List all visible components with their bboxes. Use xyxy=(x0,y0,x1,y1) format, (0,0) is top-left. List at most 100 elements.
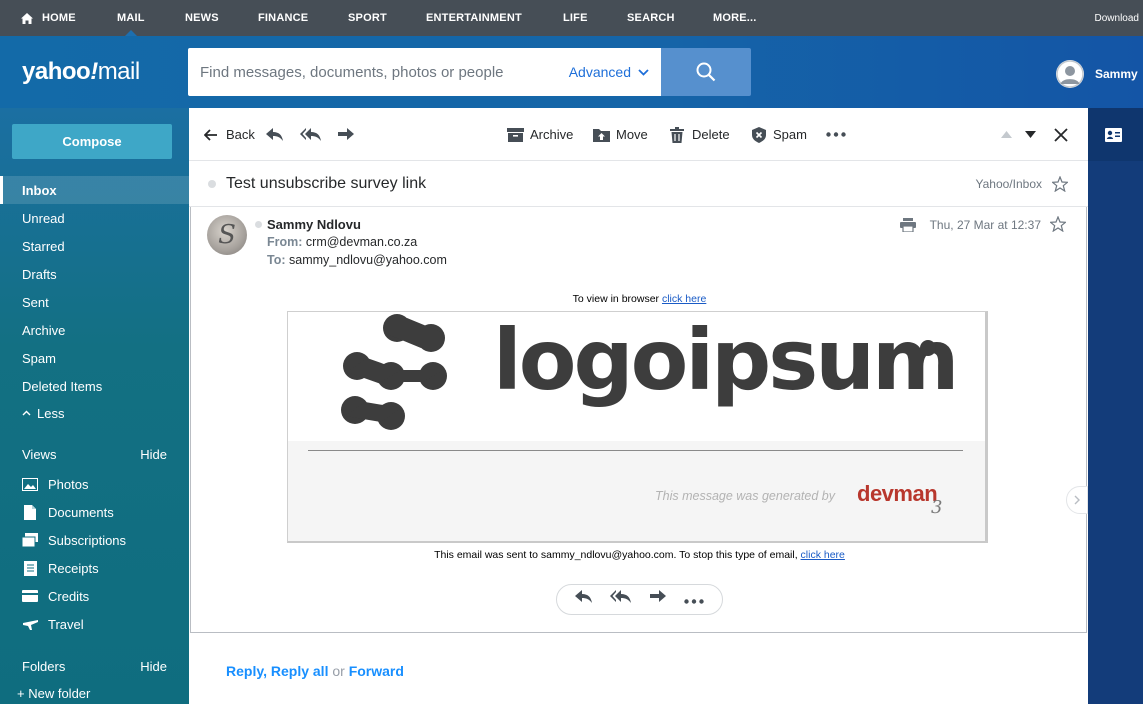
nav-home[interactable]: HOME xyxy=(21,0,76,36)
search-input[interactable] xyxy=(200,63,560,81)
nav-sport-label: SPORT xyxy=(348,12,387,24)
sidebar-item-credits[interactable]: Credits xyxy=(0,582,189,610)
advanced-search-toggle[interactable]: Advanced xyxy=(569,48,649,96)
sidebar-item-subscriptions[interactable]: Subscriptions xyxy=(0,526,189,554)
sidebar-item-receipts[interactable]: Receipts xyxy=(0,554,189,582)
mail-header: yahoo!mail Advanced Sammy xyxy=(0,36,1143,108)
nav-life-label: LIFE xyxy=(563,12,588,24)
logoipsum-text: logoipsum xyxy=(493,311,960,409)
sidebar-item-photos[interactable]: Photos xyxy=(0,470,189,498)
sidebar-item-spam[interactable]: Spam xyxy=(0,344,189,372)
reply-link[interactable]: Reply xyxy=(226,663,263,679)
nav-more[interactable]: MORE... xyxy=(713,0,757,36)
print-button[interactable] xyxy=(900,218,916,237)
sidebar-item-archive[interactable]: Archive xyxy=(0,316,189,344)
pill-more-button[interactable] xyxy=(683,591,704,609)
delete-button[interactable]: Delete xyxy=(670,108,730,161)
nav-life[interactable]: LIFE xyxy=(563,0,588,36)
sidebar-item-sent[interactable]: Sent xyxy=(0,288,189,316)
printer-icon xyxy=(900,218,916,233)
sender-avatar: S xyxy=(207,215,247,255)
nav-finance-label: FINANCE xyxy=(258,12,309,24)
more-actions-button[interactable] xyxy=(826,108,846,161)
less-toggle[interactable]: Less xyxy=(0,400,189,426)
search-button[interactable] xyxy=(661,48,751,96)
view-in-browser-text: To view in browser xyxy=(572,293,660,305)
sidebar-item-starred[interactable]: Starred xyxy=(0,232,189,260)
from-line: From: crm@devman.co.za xyxy=(267,235,417,249)
folder-list: Inbox Unread Starred Drafts Sent Archive… xyxy=(0,176,189,426)
nav-mail-label: MAIL xyxy=(117,12,145,24)
sidebar-item-travel[interactable]: Travel xyxy=(0,610,189,638)
nav-entertainment[interactable]: ENTERTAINMENT xyxy=(426,0,522,36)
generated-by-text: This message was generated by xyxy=(655,489,835,503)
user-menu[interactable]: Sammy xyxy=(1056,60,1138,88)
views-hide-button[interactable]: Hide xyxy=(140,447,167,462)
chevron-right-icon xyxy=(1074,495,1080,505)
read-status-dot[interactable] xyxy=(208,180,216,188)
archive-button[interactable]: Archive xyxy=(507,108,573,161)
email-content-box: logoipsum This message was generated by … xyxy=(287,311,988,543)
presence-dot xyxy=(255,221,262,228)
forward-button[interactable] xyxy=(337,108,355,161)
forward-link[interactable]: Forward xyxy=(349,663,404,679)
yahoo-mail-logo[interactable]: yahoo!mail xyxy=(22,58,140,86)
logo-yahoo: yahoo xyxy=(22,58,91,85)
contact-card-icon xyxy=(1105,127,1122,142)
chevron-up-icon xyxy=(22,410,31,416)
to-label: To: xyxy=(267,253,286,267)
nav-sport[interactable]: SPORT xyxy=(348,0,387,36)
sidebar-item-deleted[interactable]: Deleted Items xyxy=(0,372,189,400)
reply-all-link[interactable]: Reply all xyxy=(271,663,329,679)
close-message-button[interactable] xyxy=(1054,108,1068,161)
reply-links: Reply, Reply all or Forward xyxy=(226,663,404,679)
folder-path[interactable]: Yahoo/Inbox xyxy=(976,177,1043,191)
to-address[interactable]: sammy_ndlovu@yahoo.com xyxy=(289,253,447,267)
nav-news[interactable]: NEWS xyxy=(185,0,219,36)
compose-button[interactable]: Compose xyxy=(12,124,172,159)
move-folder-icon xyxy=(593,128,610,142)
pill-reply-button[interactable] xyxy=(575,590,593,609)
previous-message-button[interactable] xyxy=(1001,108,1012,161)
photo-icon xyxy=(22,477,38,491)
nav-mail[interactable]: MAIL xyxy=(117,0,145,36)
pill-forward-button[interactable] xyxy=(649,590,667,609)
plane-icon xyxy=(22,617,38,631)
sender-name[interactable]: Sammy Ndlovu xyxy=(267,217,361,232)
reply-icon xyxy=(266,127,283,141)
logo-mail: mail xyxy=(97,58,141,85)
from-address[interactable]: crm@devman.co.za xyxy=(306,235,417,249)
logoipsum-dot xyxy=(920,340,936,356)
pill-reply-all-button[interactable] xyxy=(610,590,632,609)
subscriptions-icon xyxy=(22,533,38,547)
folders-hide-button[interactable]: Hide xyxy=(140,659,167,674)
sidebar-item-drafts[interactable]: Drafts xyxy=(0,260,189,288)
contacts-tab[interactable] xyxy=(1088,108,1143,161)
reply-all-button[interactable] xyxy=(300,108,322,161)
sidebar-item-unread[interactable]: Unread xyxy=(0,204,189,232)
nav-finance[interactable]: FINANCE xyxy=(258,0,308,36)
sidebar-item-inbox[interactable]: Inbox xyxy=(0,176,189,204)
spam-button[interactable]: Spam xyxy=(752,108,807,161)
home-icon xyxy=(21,12,33,24)
nav-search[interactable]: SEARCH xyxy=(627,0,675,36)
sidebar: Compose Inbox Unread Starred Drafts Sent… xyxy=(0,108,189,704)
move-button[interactable]: Move xyxy=(593,108,648,161)
download-link[interactable]: Download xyxy=(1095,0,1139,36)
view-in-browser-link[interactable]: click here xyxy=(662,293,706,305)
back-button[interactable]: Back xyxy=(204,108,255,161)
star-message-button[interactable] xyxy=(1048,215,1068,237)
unsubscribe-link[interactable]: click here xyxy=(801,549,845,561)
nav-more-label: MORE... xyxy=(713,12,757,24)
next-email-arrow[interactable] xyxy=(1066,486,1088,514)
star-subject-button[interactable] xyxy=(1050,175,1070,197)
spam-label: Spam xyxy=(773,127,807,142)
advanced-label: Advanced xyxy=(568,64,631,80)
next-message-button[interactable] xyxy=(1025,108,1036,161)
message-pane: Back Archive Move Delete Spam Test unsub… xyxy=(189,108,1088,704)
sidebar-item-documents[interactable]: Documents xyxy=(0,498,189,526)
reply-all-icon xyxy=(610,590,632,603)
new-folder-button[interactable]: + New folder xyxy=(17,686,90,701)
reply-button[interactable] xyxy=(266,108,284,161)
nav-news-label: NEWS xyxy=(185,12,219,24)
